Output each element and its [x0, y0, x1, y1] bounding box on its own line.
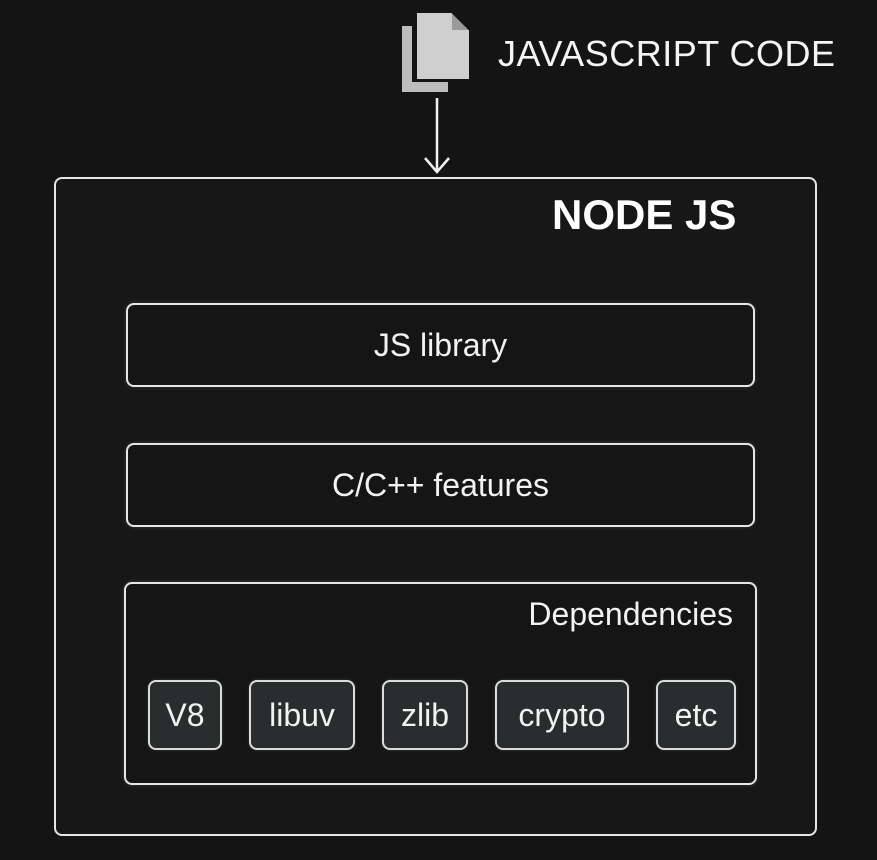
- javascript-code-label: JAVASCRIPT CODE: [498, 33, 836, 74]
- dependency-chip-libuv: libuv: [249, 680, 355, 750]
- dependency-chip-v8: V8: [148, 680, 222, 750]
- dependencies-container: Dependencies V8 libuv zlib crypto etc: [124, 582, 757, 785]
- dependency-label: libuv: [269, 696, 335, 733]
- down-arrow-icon: [424, 98, 450, 174]
- dependencies-title: Dependencies: [528, 596, 733, 632]
- js-library-label: JS library: [373, 326, 508, 363]
- cpp-features-label: C/C++ features: [332, 466, 549, 503]
- node-js-title: NODE JS: [552, 191, 737, 238]
- dependency-label: zlib: [400, 696, 449, 733]
- cpp-features-layer: C/C++ features: [126, 443, 755, 527]
- dependency-label: etc: [674, 696, 718, 733]
- js-library-layer: JS library: [126, 303, 755, 387]
- dependency-chip-etc: etc: [656, 680, 736, 750]
- dependency-label: crypto: [518, 696, 606, 733]
- dependency-chip-crypto: crypto: [495, 680, 629, 750]
- dependency-label: V8: [165, 696, 205, 733]
- copy-files-icon: [402, 11, 471, 92]
- dependency-chip-zlib: zlib: [382, 680, 468, 750]
